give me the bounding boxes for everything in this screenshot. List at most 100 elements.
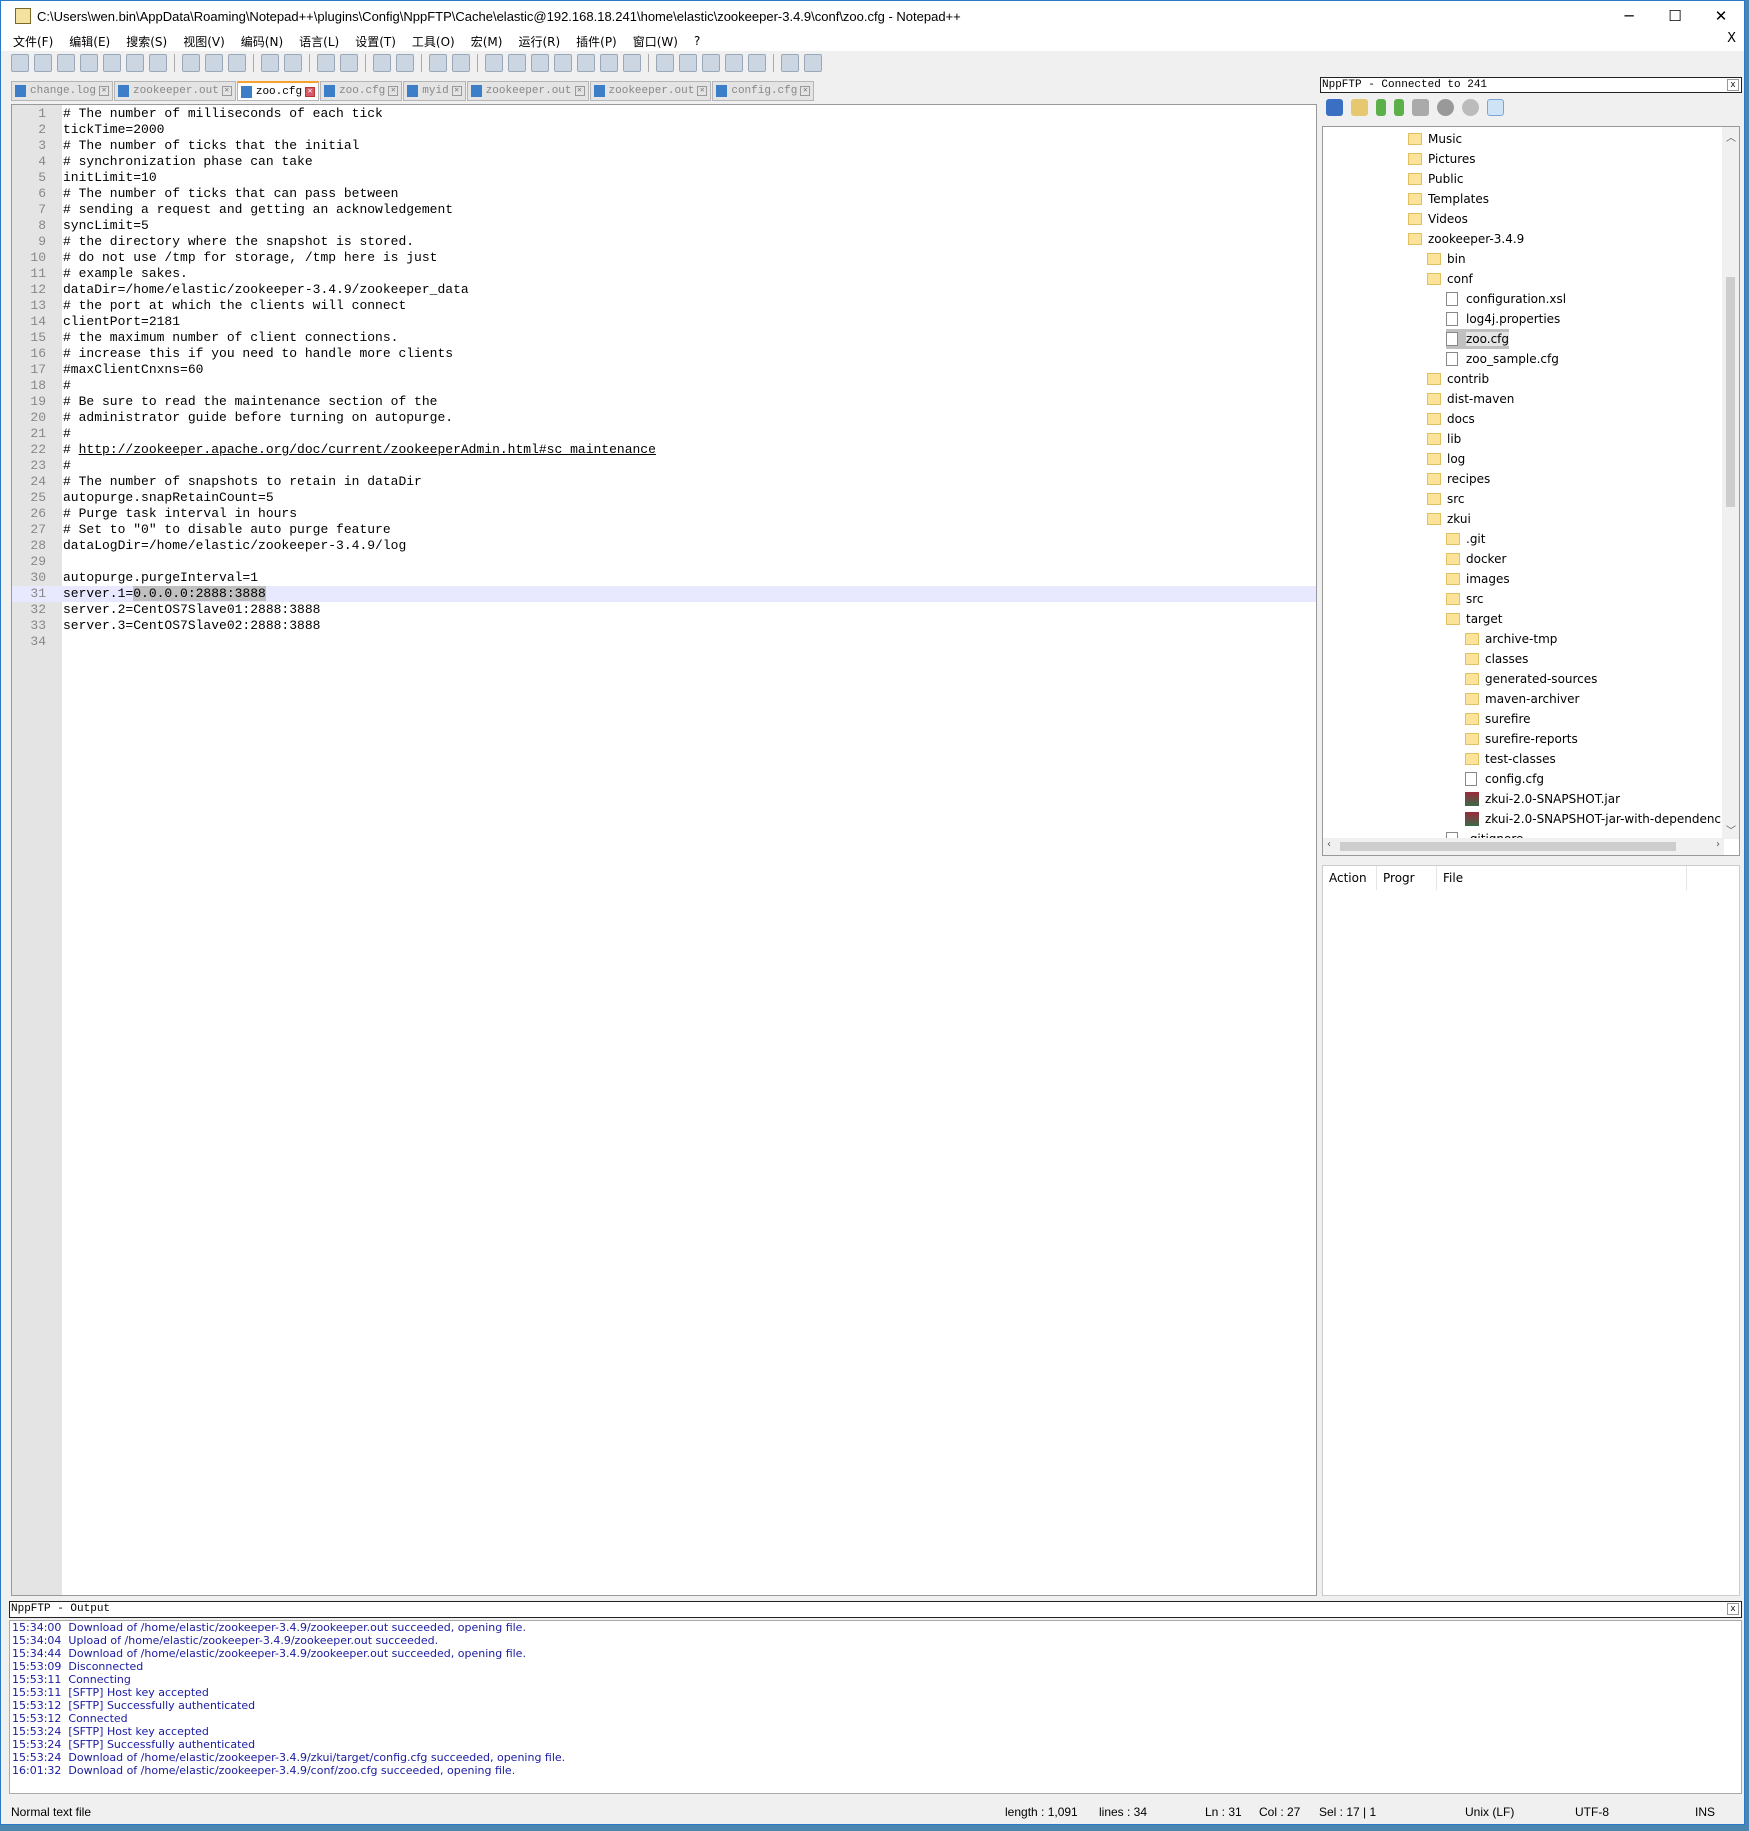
- tab-close-icon[interactable]: ✕: [574, 86, 585, 96]
- find-icon[interactable]: [317, 54, 335, 72]
- tree-item-config-cfg[interactable]: config.cfg: [1465, 769, 1544, 789]
- menu-view[interactable]: 视图(V): [183, 33, 225, 50]
- sync-h-icon[interactable]: [452, 54, 470, 72]
- undo-icon[interactable]: [261, 54, 279, 72]
- tree-item-docs[interactable]: docs: [1427, 409, 1475, 429]
- spell-check-icon[interactable]: [804, 54, 822, 72]
- menu-file[interactable]: 文件(F): [13, 33, 53, 50]
- tree-item-generated-sources[interactable]: generated-sources: [1465, 669, 1597, 689]
- tree-item-archive-tmp[interactable]: archive-tmp: [1465, 629, 1557, 649]
- refresh-icon[interactable]: [1412, 98, 1429, 116]
- settings-gear-icon[interactable]: [1462, 98, 1479, 116]
- close-all-icon[interactable]: [126, 54, 144, 72]
- tree-item-zookeeper-3-4-9[interactable]: zookeeper-3.4.9: [1408, 229, 1524, 249]
- record-macro-icon[interactable]: [656, 54, 674, 72]
- monitor-icon[interactable]: [623, 54, 641, 72]
- save-icon[interactable]: [57, 54, 75, 72]
- zoom-out-icon[interactable]: [396, 54, 414, 72]
- close-button[interactable]: ✕: [1698, 1, 1744, 31]
- tree-item-surefire-reports[interactable]: surefire-reports: [1465, 729, 1578, 749]
- maximize-button[interactable]: ☐: [1652, 1, 1698, 31]
- menu-run[interactable]: 运行(R): [518, 33, 560, 50]
- download-icon[interactable]: [1376, 98, 1386, 116]
- tab-myid[interactable]: myid ✕: [403, 81, 466, 101]
- column-progress[interactable]: Progr: [1377, 866, 1437, 890]
- tree-item-classes[interactable]: classes: [1465, 649, 1528, 669]
- close-document-button[interactable]: X: [1727, 31, 1736, 46]
- menu-help[interactable]: ?: [694, 34, 700, 48]
- function-list-icon[interactable]: [577, 54, 595, 72]
- menu-plugins[interactable]: 插件(P): [576, 33, 617, 50]
- minimize-button[interactable]: ─: [1606, 1, 1652, 31]
- tab-zoo-cfg[interactable]: zoo.cfg ✕: [320, 81, 403, 101]
- tree-item-bin[interactable]: bin: [1427, 249, 1466, 269]
- tab-zookeeper-out[interactable]: zookeeper.out ✕: [114, 81, 236, 101]
- tree-item-docker[interactable]: docker: [1446, 549, 1506, 569]
- panel-close-icon[interactable]: x: [1727, 79, 1739, 91]
- menu-language[interactable]: 语言(L): [299, 33, 339, 50]
- play-macro-icon[interactable]: [702, 54, 720, 72]
- copy-icon[interactable]: [205, 54, 223, 72]
- tree-vertical-scrollbar[interactable]: ︿ ﹀: [1722, 127, 1739, 839]
- close-icon[interactable]: [103, 54, 121, 72]
- tree-item-target[interactable]: target: [1446, 609, 1503, 629]
- hyperlink[interactable]: http://zookeeper.apache.org/doc/current/…: [79, 442, 656, 457]
- tab-close-icon[interactable]: ✕: [221, 86, 232, 96]
- output-close-icon[interactable]: x: [1727, 1603, 1739, 1615]
- menu-tools[interactable]: 工具(O): [412, 33, 455, 50]
- tab-close-icon[interactable]: ✕: [697, 86, 708, 96]
- connect-icon[interactable]: [1326, 98, 1343, 116]
- tree-item-zkui-2-0-SNAPSHOT-jar[interactable]: zkui-2.0-SNAPSHOT.jar: [1465, 789, 1620, 809]
- tree-horizontal-scrollbar[interactable]: ‹ ›: [1323, 838, 1724, 855]
- doc-map-icon[interactable]: [554, 54, 572, 72]
- tree-item-zkui[interactable]: zkui: [1427, 509, 1471, 529]
- upload-icon[interactable]: [1394, 98, 1404, 116]
- tab-config-cfg[interactable]: config.cfg ✕: [712, 81, 815, 101]
- output-log[interactable]: 15:34:00 Download of /home/elastic/zooke…: [9, 1620, 1742, 1794]
- tree-item-conf[interactable]: conf: [1427, 269, 1473, 289]
- open-directory-icon[interactable]: [1351, 98, 1368, 116]
- tree-item-zoo_sample-cfg[interactable]: zoo_sample.cfg: [1446, 349, 1559, 369]
- menu-encoding[interactable]: 编码(N): [241, 33, 283, 50]
- tree-item-log4j-properties[interactable]: log4j.properties: [1446, 309, 1560, 329]
- paste-icon[interactable]: [228, 54, 246, 72]
- tree-item-recipes[interactable]: recipes: [1427, 469, 1490, 489]
- message-window-icon[interactable]: [1487, 98, 1504, 116]
- stop-record-icon[interactable]: [679, 54, 697, 72]
- tab-close-icon[interactable]: ✕: [99, 86, 110, 96]
- zoom-in-icon[interactable]: [373, 54, 391, 72]
- cut-icon[interactable]: [182, 54, 200, 72]
- tree-item-Videos[interactable]: Videos: [1408, 209, 1468, 229]
- indent-guide-icon[interactable]: [531, 54, 549, 72]
- tree-item-Pictures[interactable]: Pictures: [1408, 149, 1476, 169]
- menu-window[interactable]: 窗口(W): [633, 33, 678, 50]
- tree-item-src[interactable]: src: [1446, 589, 1484, 609]
- tree-item-Music[interactable]: Music: [1408, 129, 1462, 149]
- tree-item-Public[interactable]: Public: [1408, 169, 1464, 189]
- run-macro-multiple-icon[interactable]: [725, 54, 743, 72]
- text-editor[interactable]: 1 # The number of milliseconds of each ti…: [11, 104, 1317, 1596]
- tab-zookeeper-out[interactable]: zookeeper.out ✕: [466, 81, 589, 101]
- tree-item-configuration-xsl[interactable]: configuration.xsl: [1446, 289, 1566, 309]
- save-macro-icon[interactable]: [748, 54, 766, 72]
- tab-close-icon[interactable]: ✕: [800, 86, 811, 96]
- menu-edit[interactable]: 编辑(E): [69, 33, 110, 50]
- tab-close-icon[interactable]: ✕: [388, 86, 399, 96]
- tree-item-test-classes[interactable]: test-classes: [1465, 749, 1556, 769]
- column-action[interactable]: Action: [1323, 866, 1377, 890]
- tree-item-contrib[interactable]: contrib: [1427, 369, 1489, 389]
- tab-close-icon[interactable]: ✕: [451, 86, 462, 96]
- save-all-icon[interactable]: [80, 54, 98, 72]
- tab-close-icon[interactable]: ✕: [305, 86, 316, 97]
- tree-item--git[interactable]: .git: [1446, 529, 1485, 549]
- tree-item-lib[interactable]: lib: [1427, 429, 1461, 449]
- replace-icon[interactable]: [340, 54, 358, 72]
- tree-item-images[interactable]: images: [1446, 569, 1510, 589]
- nppftp-icon[interactable]: [781, 54, 799, 72]
- menu-search[interactable]: 搜索(S): [126, 33, 167, 50]
- wrap-icon[interactable]: [485, 54, 503, 72]
- open-icon[interactable]: [34, 54, 52, 72]
- column-file[interactable]: File: [1437, 866, 1687, 890]
- tree-item-zkui-2-0-SNAPSHOT-jar-with-dependencies[interactable]: zkui-2.0-SNAPSHOT-jar-with-dependencies: [1465, 809, 1738, 829]
- tree-item-src[interactable]: src: [1427, 489, 1465, 509]
